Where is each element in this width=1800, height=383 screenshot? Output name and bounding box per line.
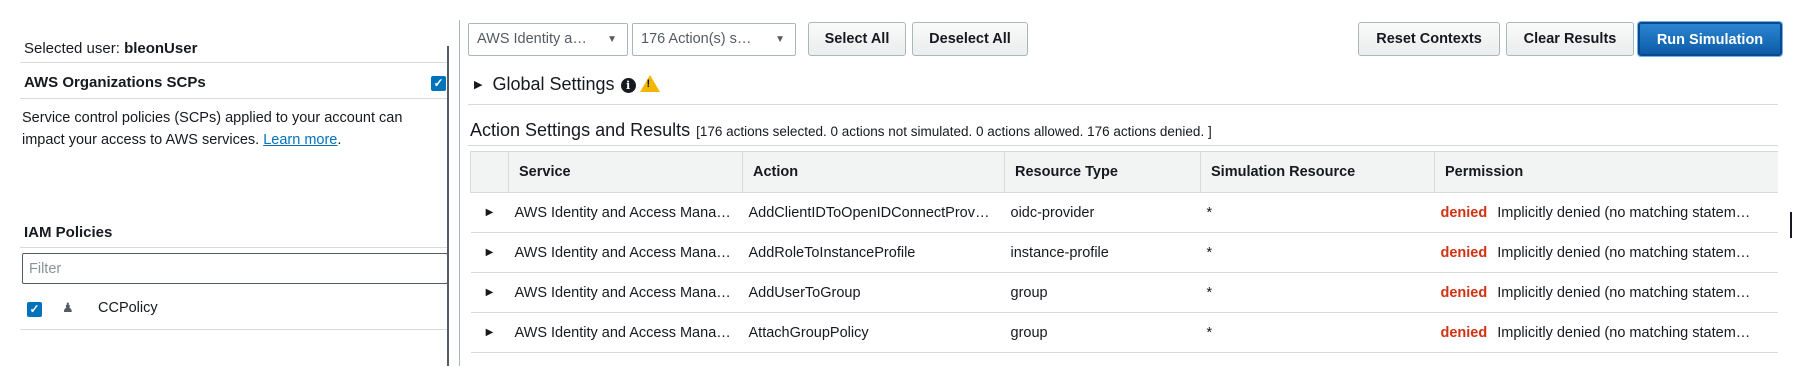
- iam-policies-title: IAM Policies: [24, 224, 113, 241]
- column-header-resource-type[interactable]: Resource Type: [1004, 151, 1201, 193]
- cell-action: AddClientIDToOpenIDConnectProv…: [742, 192, 1005, 233]
- learn-more-link[interactable]: Learn more: [263, 132, 337, 148]
- cell-simulation-resource: *: [1200, 192, 1435, 233]
- denied-badge: denied: [1440, 204, 1488, 221]
- cell-permission: denied Implicitly denied (no matching sta…: [1434, 312, 1778, 353]
- denied-badge: denied: [1440, 244, 1488, 261]
- cell-resource-type: instance-profile: [1004, 232, 1201, 273]
- denied-badge: denied: [1440, 324, 1488, 341]
- panel-border: [459, 20, 460, 366]
- cell-simulation-resource: *: [1200, 272, 1435, 313]
- actions-dropdown[interactable]: 176 Action(s) s… ▼: [632, 23, 796, 56]
- divider: [468, 145, 1778, 146]
- divider: [20, 247, 448, 248]
- selected-user: Selected user: bleonUser: [24, 40, 198, 57]
- cell-permission: denied Implicitly denied (no matching sta…: [1434, 192, 1778, 233]
- deselect-all-button[interactable]: Deselect All: [912, 22, 1028, 56]
- scp-description: Service control policies (SCPs) applied …: [22, 110, 403, 148]
- left-panel: Selected user: bleonUser AWS Organizatio…: [0, 0, 460, 383]
- denied-badge: denied: [1440, 284, 1488, 301]
- table-header-row: Service Action Resource Type Simulation …: [470, 151, 1778, 193]
- service-dropdown[interactable]: AWS Identity a… ▼: [468, 23, 628, 56]
- cell-service: AWS Identity and Access Mana…: [508, 232, 743, 273]
- global-settings-toggle[interactable]: ▶ Global Settings i!: [474, 74, 660, 95]
- cell-action: AddRoleToInstanceProfile: [742, 232, 1005, 273]
- cell-action: AttachGroupPolicy: [742, 312, 1005, 353]
- cell-permission: denied Implicitly denied (no matching sta…: [1434, 272, 1778, 313]
- cell-simulation-resource: *: [1200, 232, 1435, 273]
- cell-simulation-resource: *: [1200, 312, 1435, 353]
- policy-row[interactable]: ✓ ♟ CCPolicy: [20, 288, 448, 330]
- cell-resource-type: group: [1004, 312, 1201, 353]
- results-table: Service Action Resource Type Simulation …: [470, 151, 1778, 353]
- table-scrollbar[interactable]: [1790, 212, 1792, 238]
- table-row[interactable]: ▶ AWS Identity and Access Mana… AddRoleT…: [470, 232, 1778, 273]
- divider: [20, 98, 448, 99]
- right-panel: AWS Identity a… ▼ 176 Action(s) s… ▼ Sel…: [464, 0, 1800, 383]
- select-all-button[interactable]: Select All: [808, 22, 906, 56]
- table-row[interactable]: ▶ AWS Identity and Access Mana… AddClien…: [470, 192, 1778, 233]
- selected-user-name: bleonUser: [124, 40, 198, 57]
- cell-service: AWS Identity and Access Mana…: [508, 192, 743, 233]
- column-header-service[interactable]: Service: [508, 151, 743, 193]
- expand-row-icon[interactable]: ▶: [470, 192, 509, 233]
- expand-row-icon[interactable]: ▶: [470, 232, 509, 273]
- run-simulation-button[interactable]: Run Simulation: [1638, 22, 1782, 56]
- triangle-right-icon: ▶: [474, 79, 483, 91]
- divider: [468, 104, 1778, 105]
- column-header-action[interactable]: Action: [742, 151, 1005, 193]
- cell-action: AddUserToGroup: [742, 272, 1005, 313]
- cell-service: AWS Identity and Access Mana…: [508, 312, 743, 353]
- reset-contexts-button[interactable]: Reset Contexts: [1358, 22, 1500, 56]
- user-icon: ♟: [62, 300, 74, 315]
- column-header-permission[interactable]: Permission: [1434, 151, 1778, 193]
- table-row[interactable]: ▶ AWS Identity and Access Mana… AddUserT…: [470, 272, 1778, 313]
- scp-checkbox[interactable]: ✓: [431, 76, 446, 91]
- expand-row-icon[interactable]: ▶: [470, 312, 509, 353]
- clear-results-button[interactable]: Clear Results: [1506, 22, 1634, 56]
- caret-down-icon: ▼: [607, 34, 617, 45]
- cell-service: AWS Identity and Access Mana…: [508, 272, 743, 313]
- column-header-simulation-resource[interactable]: Simulation Resource: [1200, 151, 1435, 193]
- cell-resource-type: oidc-provider: [1004, 192, 1201, 233]
- cell-permission: denied Implicitly denied (no matching sta…: [1434, 232, 1778, 273]
- table-row[interactable]: ▶ AWS Identity and Access Mana… AttachGr…: [470, 312, 1778, 353]
- header-expander: [470, 151, 509, 193]
- expand-row-icon[interactable]: ▶: [470, 272, 509, 313]
- policy-filter-input[interactable]: [22, 253, 448, 284]
- policy-name: CCPolicy: [98, 300, 158, 316]
- results-summary: [176 actions selected. 0 actions not sim…: [696, 124, 1212, 139]
- panel-splitter[interactable]: [447, 46, 449, 366]
- policy-checkbox[interactable]: ✓: [27, 302, 42, 317]
- results-heading: Action Settings and Results [176 actions …: [470, 120, 1212, 140]
- info-icon[interactable]: i: [620, 78, 636, 93]
- warning-icon: !: [639, 75, 660, 92]
- divider: [20, 62, 448, 63]
- scp-section-title: AWS Organizations SCPs: [24, 74, 206, 91]
- caret-down-icon: ▼: [775, 34, 785, 45]
- cell-resource-type: group: [1004, 272, 1201, 313]
